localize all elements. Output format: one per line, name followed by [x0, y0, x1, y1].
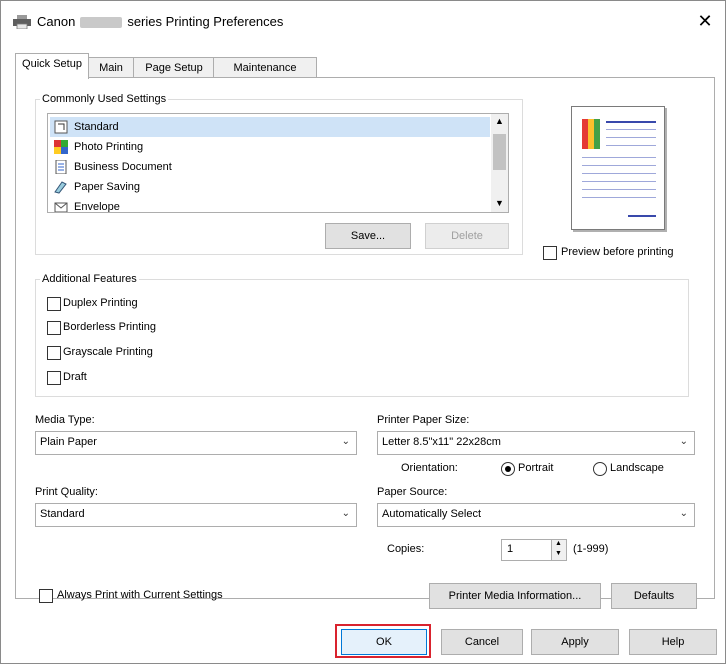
list-item-photo-printing[interactable]: Photo Printing — [50, 137, 490, 157]
chevron-down-icon: ⌄ — [679, 508, 688, 519]
duplex-printing-label: Duplex Printing — [63, 297, 138, 309]
borderless-printing-label: Borderless Printing — [63, 321, 156, 333]
list-scrollbar[interactable]: ▲ ▼ — [491, 114, 508, 212]
list-item-paper-saving[interactable]: Paper Saving — [50, 177, 490, 197]
scroll-down-icon[interactable]: ▼ — [495, 198, 504, 208]
document-icon — [55, 160, 67, 174]
printer-paper-size-label: Printer Paper Size: — [377, 414, 470, 426]
duplex-printing-checkbox[interactable] — [47, 297, 61, 311]
paper-source-label: Paper Source: — [377, 486, 448, 498]
additional-features-group: Additional Features — [35, 273, 689, 397]
tab-maintenance[interactable]: Maintenance — [213, 57, 317, 78]
copies-label: Copies: — [387, 543, 425, 555]
list-item-standard[interactable]: Standard — [50, 117, 490, 137]
window-title: Canon series Printing Preferences — [37, 14, 283, 29]
delete-button[interactable]: Delete — [425, 223, 509, 249]
orientation-label: Orientation: — [401, 462, 458, 474]
model-name-redacted — [80, 17, 123, 29]
title-prefix: Canon — [37, 14, 76, 29]
list-item-envelope[interactable]: Envelope — [50, 197, 490, 212]
landscape-label: Landscape — [610, 462, 664, 474]
preview-line — [582, 189, 656, 190]
help-button[interactable]: Help — [629, 629, 717, 655]
printing-preferences-window: Canon series Printing Preferences ✕ Quick… — [0, 0, 726, 664]
list-item-business-document[interactable]: Business Document — [50, 157, 490, 177]
landscape-radio[interactable] — [593, 462, 607, 476]
title-bar: Canon series Printing Preferences ✕ — [1, 1, 725, 41]
preview-line — [582, 157, 656, 158]
preview-line — [606, 137, 656, 138]
printer-paper-size-select[interactable]: Letter 8.5"x11" 22x28cm ⌄ — [377, 431, 695, 455]
paper-source-select[interactable]: Automatically Select ⌄ — [377, 503, 695, 527]
copies-range: (1-999) — [573, 543, 609, 555]
preview-line — [606, 129, 656, 130]
defaults-button[interactable]: Defaults — [611, 583, 697, 609]
tab-page-setup[interactable]: Page Setup — [133, 57, 215, 78]
title-suffix: series Printing Preferences — [127, 14, 284, 29]
preview-page-thumbnail — [571, 106, 665, 230]
print-quality-label: Print Quality: — [35, 486, 98, 498]
media-type-label: Media Type: — [35, 414, 95, 426]
photo-icon — [54, 140, 68, 154]
printer-icon — [13, 15, 31, 29]
additional-features-legend: Additional Features — [42, 273, 137, 285]
grayscale-printing-label: Grayscale Printing — [63, 346, 153, 358]
preview-line — [582, 197, 656, 198]
close-icon: ✕ — [697, 11, 713, 31]
always-print-label: Always Print with Current Settings — [57, 589, 223, 601]
preview-line — [582, 173, 656, 174]
preview-line — [582, 165, 656, 166]
paper-saving-icon — [54, 181, 67, 194]
chevron-down-icon: ⌄ — [341, 436, 350, 447]
grayscale-printing-checkbox[interactable] — [47, 346, 61, 360]
preview-before-printing-checkbox[interactable] — [543, 246, 557, 260]
print-quality-select[interactable]: Standard ⌄ — [35, 503, 357, 527]
scroll-up-icon[interactable]: ▲ — [495, 116, 504, 126]
ok-button-highlight — [335, 624, 431, 658]
close-button[interactable]: ✕ — [691, 9, 719, 33]
chevron-down-icon: ⌄ — [679, 436, 688, 447]
borderless-printing-checkbox[interactable] — [47, 321, 61, 335]
preview-color-green — [594, 119, 600, 149]
standard-icon — [54, 120, 68, 134]
preview-line — [606, 145, 656, 146]
preview-line — [582, 181, 656, 182]
printer-media-information-button[interactable]: Printer Media Information... — [429, 583, 601, 609]
draft-label: Draft — [63, 371, 87, 383]
apply-button[interactable]: Apply — [531, 629, 619, 655]
portrait-label: Portrait — [518, 462, 554, 474]
preview-line — [628, 215, 656, 217]
portrait-radio[interactable] — [501, 462, 515, 476]
commonly-used-settings-legend: Commonly Used Settings — [42, 93, 167, 105]
chevron-down-icon: ⌄ — [341, 508, 350, 519]
draft-checkbox[interactable] — [47, 371, 61, 385]
save-button[interactable]: Save... — [325, 223, 411, 249]
preview-line — [606, 121, 656, 123]
cancel-button[interactable]: Cancel — [441, 629, 523, 655]
spin-down-icon[interactable]: ▼ — [555, 550, 562, 557]
copies-spinner[interactable]: 1 ▲ ▼ — [501, 539, 567, 561]
envelope-icon — [54, 202, 68, 212]
always-print-checkbox[interactable] — [39, 589, 53, 603]
spin-up-icon[interactable]: ▲ — [555, 540, 562, 547]
tab-quick-setup[interactable]: Quick Setup — [15, 53, 89, 79]
preview-before-printing-label: Preview before printing — [561, 246, 674, 258]
copies-value: 1 — [507, 543, 514, 555]
commonly-used-settings-list[interactable]: Standard Photo Printing Business Documen… — [47, 113, 509, 213]
media-type-select[interactable]: Plain Paper ⌄ — [35, 431, 357, 455]
spin-buttons[interactable]: ▲ ▼ — [551, 540, 566, 560]
tab-main[interactable]: Main — [87, 57, 135, 78]
scroll-thumb[interactable] — [493, 134, 506, 170]
